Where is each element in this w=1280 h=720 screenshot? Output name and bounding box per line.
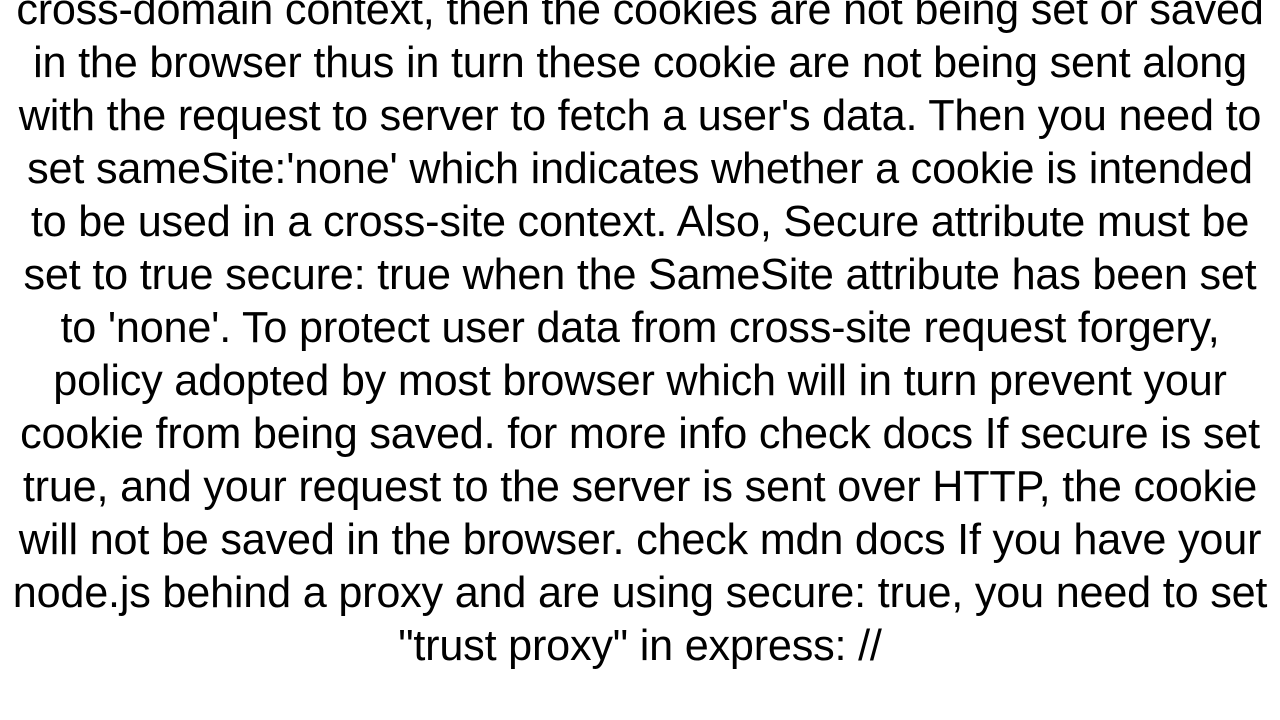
document-page: cross-domain context, then the cookies a… — [0, 0, 1280, 720]
body-paragraph: cross-domain context, then the cookies a… — [0, 0, 1280, 673]
